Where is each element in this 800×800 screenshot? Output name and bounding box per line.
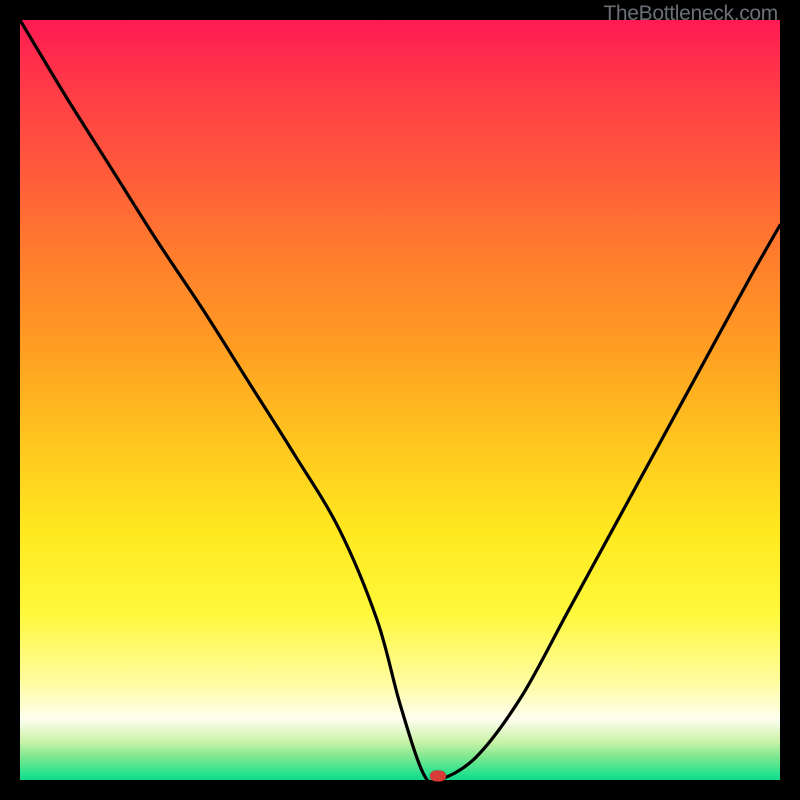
- minimum-marker-icon: [430, 771, 446, 782]
- chart-stage: TheBottleneck.com: [0, 0, 800, 800]
- plot-area: [20, 20, 780, 780]
- bottleneck-curve: [20, 20, 780, 780]
